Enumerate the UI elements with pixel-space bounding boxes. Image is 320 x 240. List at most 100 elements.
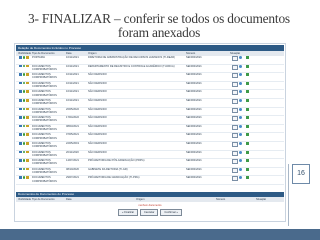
document-icon[interactable] bbox=[26, 107, 29, 111]
download-icon[interactable] bbox=[19, 167, 22, 171]
visibility-icon[interactable] bbox=[22, 150, 26, 154]
download-icon[interactable] bbox=[19, 141, 22, 145]
download-icon[interactable] bbox=[19, 133, 22, 136]
download-icon[interactable] bbox=[19, 116, 22, 119]
visibility-icon[interactable] bbox=[22, 81, 26, 85]
attach-icon[interactable] bbox=[246, 159, 250, 163]
attach-icon[interactable] bbox=[246, 98, 250, 102]
info-icon[interactable] bbox=[239, 73, 242, 77]
info-icon[interactable] bbox=[239, 167, 242, 171]
document-icon[interactable] bbox=[26, 73, 29, 76]
info-icon[interactable] bbox=[239, 98, 242, 102]
visibility-icon[interactable] bbox=[22, 98, 26, 102]
edit-icon[interactable] bbox=[232, 81, 238, 87]
info-icon[interactable] bbox=[239, 133, 242, 137]
document-icon[interactable] bbox=[26, 116, 29, 119]
visibility-icon[interactable] bbox=[22, 64, 26, 68]
document-icon[interactable] bbox=[26, 81, 29, 85]
document-icon[interactable] bbox=[26, 56, 29, 59]
visibility-icon[interactable] bbox=[22, 73, 26, 76]
info-icon[interactable] bbox=[239, 141, 242, 145]
doc-type-cell[interactable]: DOCUMENTOS COMPROBATÓRIOS bbox=[32, 142, 60, 148]
cancel-button[interactable]: Cancelar bbox=[140, 209, 159, 216]
visibility-icon[interactable] bbox=[22, 167, 26, 171]
attach-icon[interactable] bbox=[246, 176, 250, 180]
download-icon[interactable] bbox=[19, 73, 22, 76]
attach-icon[interactable] bbox=[246, 133, 250, 137]
info-icon[interactable] bbox=[239, 81, 242, 85]
attach-icon[interactable] bbox=[246, 81, 250, 85]
document-icon[interactable] bbox=[26, 64, 29, 68]
download-icon[interactable] bbox=[19, 159, 22, 162]
info-icon[interactable] bbox=[239, 64, 242, 68]
info-icon[interactable] bbox=[239, 150, 242, 154]
visibility-icon[interactable] bbox=[22, 124, 26, 128]
doc-type-cell[interactable]: DOCUMENTOS COMPROBATÓRIOS bbox=[32, 99, 60, 105]
visibility-icon[interactable] bbox=[22, 159, 26, 162]
document-icon[interactable] bbox=[26, 141, 29, 145]
download-icon[interactable] bbox=[19, 90, 22, 93]
attach-icon[interactable] bbox=[246, 141, 250, 145]
attach-icon[interactable] bbox=[246, 56, 250, 59]
edit-icon[interactable] bbox=[232, 73, 238, 79]
visibility-icon[interactable] bbox=[22, 90, 26, 93]
doc-type-cell[interactable]: DOCUMENTOS COMPROBATÓRIOS bbox=[32, 151, 60, 157]
download-icon[interactable] bbox=[19, 150, 22, 154]
attach-icon[interactable] bbox=[246, 124, 250, 128]
download-icon[interactable] bbox=[19, 64, 22, 68]
info-icon[interactable] bbox=[239, 90, 242, 94]
download-icon[interactable] bbox=[19, 56, 22, 59]
visibility-icon[interactable] bbox=[22, 133, 26, 136]
doc-type-cell[interactable]: DOCUMENTOS COMPROBATÓRIOS bbox=[32, 176, 60, 182]
document-icon[interactable] bbox=[26, 159, 29, 162]
document-icon[interactable] bbox=[26, 124, 29, 128]
download-icon[interactable] bbox=[19, 107, 22, 111]
doc-type-cell[interactable]: DOCUMENTOS COMPROBATÓRIOS bbox=[32, 82, 60, 88]
edit-icon[interactable] bbox=[232, 98, 238, 104]
edit-icon[interactable] bbox=[232, 150, 238, 156]
confirm-button[interactable]: Confirmar » bbox=[160, 209, 182, 216]
edit-icon[interactable] bbox=[232, 56, 238, 61]
attach-icon[interactable] bbox=[246, 73, 250, 77]
doc-type-cell[interactable]: DOCUMENTOS COMPROBATÓRIOS bbox=[32, 133, 60, 139]
document-icon[interactable] bbox=[26, 167, 29, 171]
doc-type-cell[interactable]: DOCUMENTOS COMPROBATÓRIOS bbox=[32, 90, 60, 96]
doc-type-cell[interactable]: DOCUMENTOS COMPROBATÓRIOS bbox=[32, 73, 60, 79]
document-icon[interactable] bbox=[26, 150, 29, 154]
download-icon[interactable] bbox=[19, 124, 22, 128]
attach-icon[interactable] bbox=[246, 116, 250, 120]
attach-icon[interactable] bbox=[246, 167, 250, 171]
visibility-icon[interactable] bbox=[22, 107, 26, 111]
doc-type-cell[interactable]: DOCUMENTOS COMPROBATÓRIOS bbox=[32, 116, 60, 122]
doc-type-cell[interactable]: PORTARIA bbox=[32, 56, 60, 59]
attach-icon[interactable] bbox=[246, 107, 250, 111]
info-icon[interactable] bbox=[239, 124, 242, 128]
edit-icon[interactable] bbox=[232, 176, 238, 182]
document-icon[interactable] bbox=[26, 133, 29, 136]
attach-icon[interactable] bbox=[246, 90, 250, 94]
info-icon[interactable] bbox=[239, 176, 242, 180]
visibility-icon[interactable] bbox=[22, 56, 26, 59]
doc-type-cell[interactable]: DOCUMENTOS COMPROBATÓRIOS bbox=[32, 65, 60, 71]
download-icon[interactable] bbox=[19, 98, 22, 102]
document-icon[interactable] bbox=[26, 176, 29, 179]
info-icon[interactable] bbox=[239, 107, 242, 111]
visibility-icon[interactable] bbox=[22, 176, 26, 179]
attach-icon[interactable] bbox=[246, 150, 250, 154]
edit-icon[interactable] bbox=[232, 124, 238, 130]
doc-type-cell[interactable]: DOCUMENTOS COMPROBATÓRIOS bbox=[32, 125, 60, 131]
edit-icon[interactable] bbox=[232, 90, 238, 96]
info-icon[interactable] bbox=[239, 159, 242, 163]
visibility-icon[interactable] bbox=[22, 116, 26, 119]
info-icon[interactable] bbox=[239, 56, 242, 59]
visibility-icon[interactable] bbox=[22, 141, 26, 145]
edit-icon[interactable] bbox=[232, 116, 238, 122]
back-button[interactable]: « Finalizar bbox=[118, 209, 138, 216]
info-icon[interactable] bbox=[239, 116, 242, 120]
download-icon[interactable] bbox=[19, 81, 22, 85]
edit-icon[interactable] bbox=[232, 141, 238, 147]
edit-icon[interactable] bbox=[232, 133, 238, 139]
doc-type-cell[interactable]: DOCUMENTOS COMPROBATÓRIOS bbox=[32, 168, 60, 174]
download-icon[interactable] bbox=[19, 176, 22, 179]
edit-icon[interactable] bbox=[232, 107, 238, 113]
